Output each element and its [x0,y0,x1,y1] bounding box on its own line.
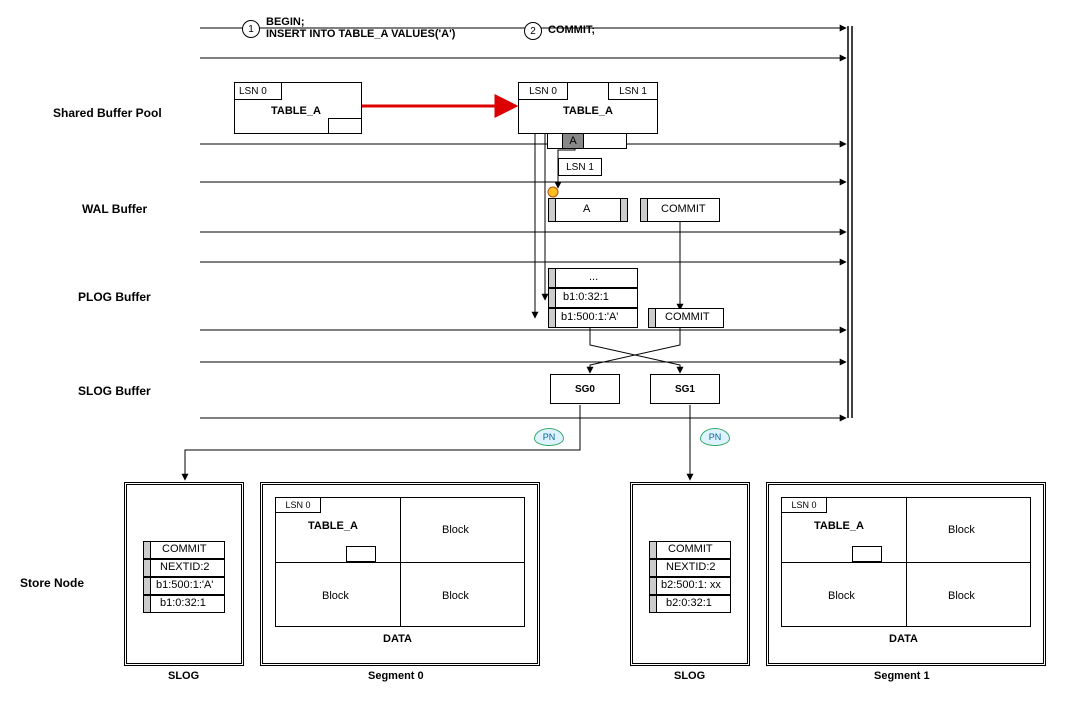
slog-right-row-0: COMMIT [649,541,731,559]
slog-left-row-1: NEXTID:2 [143,559,225,577]
label-wal-buffer: WAL Buffer [82,202,147,216]
seg0-b2: Block [322,590,349,602]
slog-right-row-2-text: b2:500:1: xx [661,579,721,591]
seg1-b3: Block [948,590,975,602]
seg0-b1: Block [442,524,469,536]
seg0-inner: LSN 0 TABLE_A Block Block Block [275,497,525,627]
wal-lsn-badge: LSN 1 [558,158,602,176]
slog-left-row-2: b1:500:1:'A' [143,577,225,595]
plog-row-0-text: ... [589,271,598,283]
label-plog-buffer: PLOG Buffer [78,290,151,304]
shared-left-lsn: LSN 0 [234,82,282,100]
seg0-tab [346,546,376,562]
slog-sg1: SG1 [650,374,720,404]
seg1-data-title: DATA [889,633,918,645]
slog-left-row-1-text: NEXTID:2 [160,561,210,573]
plog-row-2: b1:500:1:'A' [548,308,638,328]
pn-cloud-0: PN [534,428,564,446]
wal-rec-a-text: A [583,203,590,215]
label-store-node: Store Node [20,576,84,590]
store-slog-right: COMMIT NEXTID:2 b2:500:1: xx b2:0:32:1 [630,482,750,666]
store-slog-right-title: SLOG [674,670,705,682]
wal-rec-a: A [548,198,628,222]
shared-right-row: A [547,133,627,149]
store-seg1: LSN 0 TABLE_A Block Block Block DATA [766,482,1046,666]
step-2-num: 2 [530,26,536,37]
slog-left-row-3-text: b1:0:32:1 [160,597,206,609]
shared-right-block: LSN 0 LSN 1 TABLE_A A [518,82,658,134]
seg1-b2: Block [828,590,855,602]
label-slog-buffer: SLOG Buffer [78,384,151,398]
slog-right-row-3-text: b2:0:32:1 [666,597,712,609]
label-shared-buffer-pool: Shared Buffer Pool [53,106,162,120]
pn-cloud-1: PN [700,428,730,446]
seg1-tab [852,546,882,562]
seg0-lsn: LSN 0 [275,497,321,513]
seg1-title: Segment 1 [874,670,930,682]
shared-left-tab [328,118,362,134]
seg1-b1: Block [948,524,975,536]
wal-rec-commit: COMMIT [640,198,720,222]
seg0-title: Segment 0 [368,670,424,682]
plog-row-0: ... [548,268,638,288]
slog-left-row-3: b1:0:32:1 [143,595,225,613]
seg1-inner: LSN 0 TABLE_A Block Block Block [781,497,1031,627]
step-1-text: BEGIN; INSERT INTO TABLE_A VALUES('A') [266,16,455,40]
slog-right-row-1-text: NEXTID:2 [666,561,716,573]
slog-left-row-2-text: b1:500:1:'A' [156,579,213,591]
slog-right-row-2: b2:500:1: xx [649,577,731,595]
slog-left-row-0-text: COMMIT [162,543,207,555]
seg1-table: TABLE_A [814,520,864,532]
slog-sg0: SG0 [550,374,620,404]
plog-commit: COMMIT [648,308,724,328]
shared-right-table: TABLE_A [563,105,613,117]
wal-rec-commit-text: COMMIT [661,203,706,215]
step-2-marker: 2 [524,22,542,40]
step-1-num: 1 [248,24,254,35]
store-slog-left: COMMIT NEXTID:2 b1:500:1:'A' b1:0:32:1 [124,482,244,666]
slog-right-row-0-text: COMMIT [668,543,713,555]
store-seg0: LSN 0 TABLE_A Block Block Block DATA [260,482,540,666]
shared-left-block: LSN 0 TABLE_A [234,82,362,134]
seg0-b3: Block [442,590,469,602]
shared-left-table: TABLE_A [271,105,321,117]
slog-right-row-1: NEXTID:2 [649,559,731,577]
plog-commit-text: COMMIT [665,311,710,323]
slog-right-row-3: b2:0:32:1 [649,595,731,613]
shared-right-lsn0: LSN 0 [518,82,568,100]
seg0-data-title: DATA [383,633,412,645]
shared-right-a-cell: A [562,133,584,149]
plog-row-2-text: b1:500:1:'A' [561,311,618,323]
shared-right-lsn1: LSN 1 [608,82,658,100]
step-1-marker: 1 [242,20,260,38]
seg0-table: TABLE_A [308,520,358,532]
step-2-text: COMMIT; [548,24,595,36]
plog-row-1-text: b1:0:32:1 [563,291,609,303]
plog-row-1: b1:0:32:1 [548,288,638,308]
seg1-lsn: LSN 0 [781,497,827,513]
store-slog-left-title: SLOG [168,670,199,682]
slog-left-row-0: COMMIT [143,541,225,559]
